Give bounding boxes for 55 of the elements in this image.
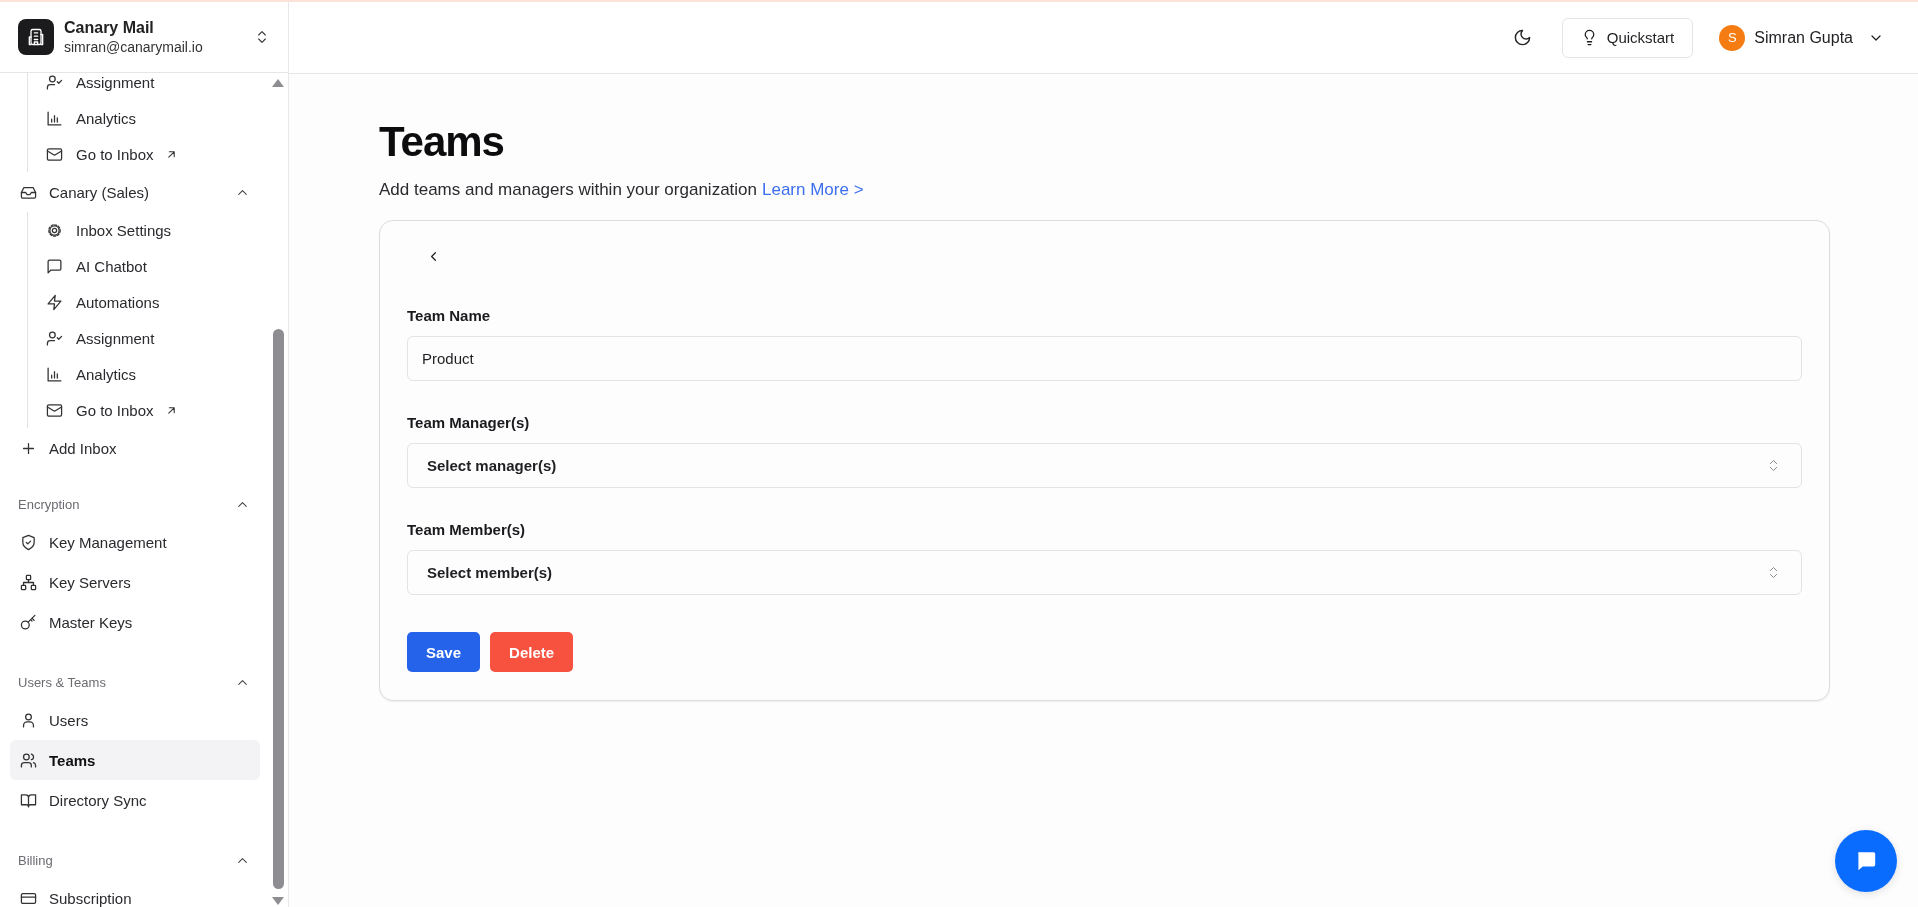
nav-item[interactable]: Analytics <box>28 100 260 136</box>
workspace-switcher[interactable]: Canary Mail simran@canarymail.io <box>0 2 288 73</box>
nav-item[interactable]: Assignment <box>28 73 260 100</box>
chat-button[interactable] <box>1835 830 1897 892</box>
nav-item[interactable]: Users <box>10 700 260 740</box>
nav-item[interactable]: Analytics <box>28 356 260 392</box>
network-icon <box>20 573 37 591</box>
nav-item[interactable]: Master Keys <box>10 602 260 642</box>
field-label: Team Name <box>407 307 492 324</box>
select-field[interactable]: Select manager(s) <box>407 443 1802 488</box>
bar-chart-icon <box>46 109 63 127</box>
page-subtitle: Add teams and managers within your organization <box>379 180 757 199</box>
section-header[interactable]: Billing <box>10 842 260 878</box>
save-button[interactable]: Save <box>407 632 481 672</box>
envelope-icon <box>46 401 63 419</box>
text-field[interactable]: Product <box>407 336 1802 381</box>
building-icon <box>26 27 46 47</box>
moon-icon <box>1512 28 1532 47</box>
learn-more-link[interactable]: Learn More > <box>762 180 864 199</box>
nav-item[interactable]: AI Chatbot <box>28 248 260 284</box>
users-icon <box>20 751 37 769</box>
workspace-name: Canary Mail <box>64 19 155 37</box>
nav-item[interactable]: Key Management <box>10 522 260 562</box>
lightning-icon <box>46 293 63 311</box>
nav-item[interactable]: Inbox Settings <box>28 212 260 248</box>
bar-chart-icon <box>46 365 63 383</box>
page-title: Teams <box>379 118 505 166</box>
nav-item[interactable]: Assignment <box>28 320 260 356</box>
select-field[interactable]: Select member(s) <box>407 550 1802 595</box>
user-icon <box>20 711 37 729</box>
book-icon <box>20 791 37 809</box>
nav-item[interactable]: Go to Inbox <box>28 392 260 428</box>
nav-item[interactable]: Teams <box>10 740 260 780</box>
nav-item[interactable]: Canary (Sales) <box>10 172 260 212</box>
avatar: S <box>1719 24 1746 51</box>
user-menu[interactable]: S Simran Gupta <box>1719 24 1884 51</box>
section-header[interactable]: Users & Teams <box>10 664 260 700</box>
envelope-icon <box>46 145 63 163</box>
user-check-icon <box>46 73 63 91</box>
quickstart-button[interactable]: Quickstart <box>1561 17 1694 58</box>
field-label: Team Manager(s) <box>407 414 531 431</box>
field-label: Team Member(s) <box>407 521 527 538</box>
nav-item[interactable]: Subscription <box>10 878 260 907</box>
key-icon <box>20 613 37 631</box>
section-header[interactable]: Encryption <box>10 486 260 522</box>
nav-item[interactable]: Automations <box>28 284 260 320</box>
shield-check-icon <box>20 533 37 551</box>
nav-item[interactable]: Directory Sync <box>10 780 260 820</box>
nav-item[interactable]: Go to Inbox <box>28 136 260 172</box>
speech-bubble-icon <box>46 257 63 275</box>
nav-item[interactable]: Add Inbox <box>10 428 260 468</box>
user-check-icon <box>46 329 63 347</box>
gear-icon <box>46 221 63 239</box>
workspace-email: simran@canarymail.io <box>64 39 204 55</box>
nav-item[interactable]: Key Servers <box>10 562 260 602</box>
